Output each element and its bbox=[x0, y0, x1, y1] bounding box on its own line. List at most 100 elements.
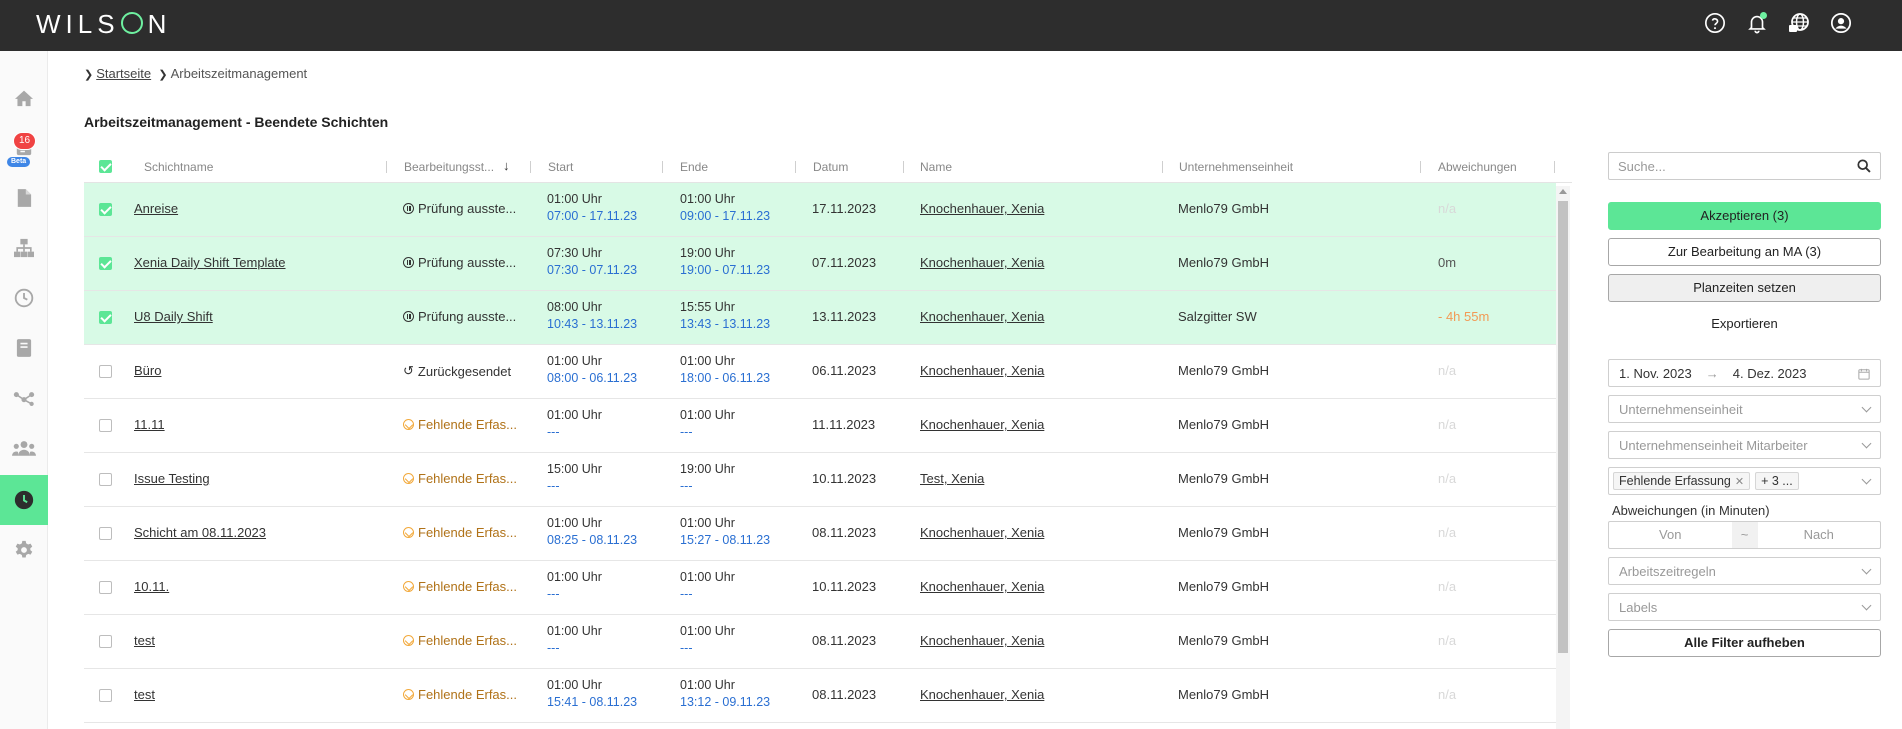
employee-name-link[interactable]: Knochenhauer, Xenia bbox=[920, 579, 1044, 594]
scroll-up-arrow-icon[interactable] bbox=[1559, 189, 1567, 194]
table-row[interactable]: test Fehlende Erfas... 01:00 Uhr --- 01:00 U… bbox=[84, 615, 1556, 669]
clear-filters-button[interactable]: Alle Filter aufheben bbox=[1608, 629, 1881, 657]
column-divider[interactable] bbox=[795, 161, 796, 173]
row-checkbox[interactable] bbox=[99, 365, 112, 378]
row-checkbox[interactable] bbox=[99, 473, 112, 486]
column-header-end[interactable]: Ende bbox=[680, 160, 708, 174]
shift-name-link[interactable]: U8 Daily Shift bbox=[134, 309, 213, 324]
column-divider[interactable] bbox=[903, 161, 904, 173]
sidebar-item-handbook[interactable] bbox=[0, 323, 48, 373]
row-checkbox[interactable] bbox=[99, 635, 112, 648]
org-chart-icon bbox=[14, 238, 34, 258]
date-to[interactable]: 4. Dez. 2023 bbox=[1733, 366, 1807, 381]
sidebar-item-documents[interactable] bbox=[0, 173, 48, 223]
table-row[interactable]: Büro ↺ Zurückgesendet 01:00 Uhr 08:00 - 06.1… bbox=[84, 345, 1556, 399]
sidebar-item-network[interactable] bbox=[0, 373, 48, 423]
sidebar-item-time-management[interactable] bbox=[0, 475, 48, 525]
select-all-checkbox[interactable] bbox=[99, 160, 112, 173]
column-divider[interactable] bbox=[1162, 161, 1163, 173]
employee-name-link[interactable]: Knochenhauer, Xenia bbox=[920, 309, 1044, 324]
labels-select[interactable]: Labels bbox=[1608, 593, 1881, 621]
table-scrollbar[interactable] bbox=[1556, 186, 1570, 729]
shift-name-link[interactable]: Anreise bbox=[134, 201, 178, 216]
table-row[interactable]: test Fehlende Erfas... 01:00 Uhr 15:41 - 08… bbox=[84, 669, 1556, 723]
table-row[interactable]: Anreise Prüfung ausste... 01:00 Uhr 07:00 -… bbox=[84, 183, 1556, 237]
calendar-icon[interactable] bbox=[1858, 368, 1870, 380]
column-header-name[interactable]: Name bbox=[920, 160, 952, 174]
table-row[interactable]: Issue Testing Fehlende Erfas... 15:00 Uhr -… bbox=[84, 453, 1556, 507]
employee-name-link[interactable]: Knochenhauer, Xenia bbox=[920, 633, 1044, 648]
column-divider[interactable] bbox=[662, 161, 663, 173]
employee-name-link[interactable]: Knochenhauer, Xenia bbox=[920, 201, 1044, 216]
row-checkbox[interactable] bbox=[99, 527, 112, 540]
column-divider[interactable] bbox=[1420, 161, 1421, 173]
sidebar-item-organization[interactable] bbox=[0, 223, 48, 273]
date-from[interactable]: 1. Nov. 2023 bbox=[1619, 366, 1692, 381]
sort-descending-icon[interactable]: ↓ bbox=[503, 158, 510, 173]
remove-tag-icon[interactable]: ✕ bbox=[1735, 475, 1744, 488]
status-multiselect[interactable]: Fehlende Erfassung ✕ + 3 ... bbox=[1608, 467, 1881, 495]
shift-name-link[interactable]: test bbox=[134, 687, 155, 702]
deviation-to-input[interactable]: Nach bbox=[1758, 522, 1881, 548]
table-row[interactable]: 11.11 Fehlende Erfas... 01:00 Uhr --- 01:00 … bbox=[84, 399, 1556, 453]
sidebar-item-time-history[interactable] bbox=[0, 273, 48, 323]
shift-name-link[interactable]: test bbox=[134, 633, 155, 648]
breadcrumb-home-link[interactable]: Startseite bbox=[96, 66, 151, 81]
user-account-icon[interactable] bbox=[1828, 10, 1854, 36]
column-header-unit[interactable]: Unternehmenseinheit bbox=[1179, 160, 1293, 174]
wilson-logo[interactable]: WILS N bbox=[36, 9, 171, 40]
column-divider[interactable] bbox=[530, 161, 531, 173]
search-field[interactable] bbox=[1608, 152, 1881, 180]
shift-name-link[interactable]: 10.11. bbox=[134, 579, 169, 594]
column-header-shift-name[interactable]: Schichtname bbox=[144, 160, 213, 174]
sidebar-item-home[interactable] bbox=[0, 73, 48, 123]
more-tags-indicator[interactable]: + 3 ... bbox=[1755, 472, 1799, 490]
column-divider[interactable] bbox=[1554, 161, 1555, 173]
column-header-deviation[interactable]: Abweichungen bbox=[1438, 160, 1517, 174]
sidebar-item-team[interactable] bbox=[0, 423, 48, 473]
shift-name-link[interactable]: Büro bbox=[134, 363, 161, 378]
shift-name-link[interactable]: Xenia Daily Shift Template bbox=[134, 255, 286, 270]
row-checkbox[interactable] bbox=[99, 257, 112, 270]
column-divider[interactable] bbox=[386, 161, 387, 173]
row-checkbox[interactable] bbox=[99, 581, 112, 594]
sidebar-item-settings[interactable] bbox=[0, 525, 48, 575]
unit-select[interactable]: Unternehmenseinheit bbox=[1608, 395, 1881, 423]
status-label: Prüfung ausste... bbox=[418, 309, 517, 324]
shift-name-link[interactable]: 11.11 bbox=[134, 417, 165, 432]
search-icon[interactable] bbox=[1857, 159, 1871, 173]
row-checkbox[interactable] bbox=[99, 689, 112, 702]
work-time-rules-select[interactable]: Arbeitszeitregeln bbox=[1608, 557, 1881, 585]
employee-name-link[interactable]: Knochenhauer, Xenia bbox=[920, 525, 1044, 540]
language-globe-icon[interactable] bbox=[1786, 10, 1812, 36]
shift-name-link[interactable]: Schicht am 08.11.2023 bbox=[134, 525, 266, 540]
accept-button[interactable]: Akzeptieren (3) bbox=[1608, 202, 1881, 230]
table-row[interactable]: U8 Daily Shift Prüfung ausste... 08:00 Uhr… bbox=[84, 291, 1556, 345]
help-icon[interactable] bbox=[1702, 10, 1728, 36]
send-to-employee-button[interactable]: Zur Bearbeitung an MA (3) bbox=[1608, 238, 1881, 266]
employee-unit-select[interactable]: Unternehmenseinheit Mitarbeiter bbox=[1608, 431, 1881, 459]
deviation-from-input[interactable]: Von bbox=[1609, 522, 1732, 548]
scrollbar-thumb[interactable] bbox=[1558, 201, 1568, 653]
export-button[interactable]: Exportieren bbox=[1608, 310, 1881, 338]
column-header-status[interactable]: Bearbeitungsst... bbox=[404, 160, 494, 174]
employee-name-link[interactable]: Knochenhauer, Xenia bbox=[920, 687, 1044, 702]
table-row[interactable]: 10.11. Fehlende Erfas... 01:00 Uhr --- 01:00… bbox=[84, 561, 1556, 615]
shift-name-link[interactable]: Issue Testing bbox=[134, 471, 210, 486]
search-input[interactable] bbox=[1618, 158, 1857, 174]
start-cell: 15:00 Uhr --- bbox=[547, 462, 602, 493]
employee-name-link[interactable]: Knochenhauer, Xenia bbox=[920, 417, 1044, 432]
row-checkbox[interactable] bbox=[99, 311, 112, 324]
employee-name-link[interactable]: Knochenhauer, Xenia bbox=[920, 363, 1044, 378]
employee-name-link[interactable]: Knochenhauer, Xenia bbox=[920, 255, 1044, 270]
set-planned-times-button[interactable]: Planzeiten setzen bbox=[1608, 274, 1881, 302]
column-header-start[interactable]: Start bbox=[548, 160, 573, 174]
table-row[interactable]: Xenia Daily Shift Template Prüfung ausste… bbox=[84, 237, 1556, 291]
employee-name-link[interactable]: Test, Xenia bbox=[920, 471, 984, 486]
date-range-picker[interactable]: 1. Nov. 2023 → 4. Dez. 2023 bbox=[1608, 359, 1881, 387]
row-checkbox[interactable] bbox=[99, 419, 112, 432]
column-header-date[interactable]: Datum bbox=[813, 160, 848, 174]
table-row[interactable]: Schicht am 08.11.2023 Fehlende Erfas... 01… bbox=[84, 507, 1556, 561]
notification-bell-icon[interactable] bbox=[1744, 10, 1770, 36]
row-checkbox[interactable] bbox=[99, 203, 112, 216]
